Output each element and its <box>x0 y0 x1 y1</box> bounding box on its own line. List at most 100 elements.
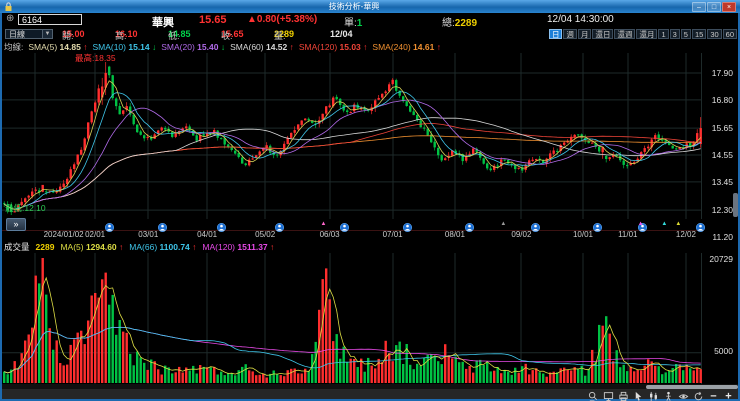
event-person-icon[interactable] <box>217 219 227 233</box>
ma-legend-item: SMA(5) 14.85 ↑ <box>28 42 88 52</box>
event-person-icon[interactable] <box>464 219 474 233</box>
event-person-icon[interactable] <box>275 219 285 233</box>
date-label: 04/01 <box>197 230 218 239</box>
period-button-3[interactable]: 3 <box>669 29 680 39</box>
chart-monitor-icon[interactable] <box>602 389 615 401</box>
single-volume: 單:1 <box>344 18 363 29</box>
ma-legend-item: SMA(10) 15.14 ↓ <box>92 42 157 52</box>
price-axis-label: 17.90 <box>711 68 733 78</box>
quote-bar: ⊕ 華興 15.65 ▲0.80(+5.38%) 單:1 總:2289 12/0… <box>2 13 738 29</box>
event-triangle-marker: ▲ <box>500 221 507 227</box>
period-button-月[interactable]: 月 <box>577 29 592 39</box>
eye-icon[interactable] <box>677 389 690 400</box>
kline-icon[interactable] <box>647 389 660 401</box>
volume-axis-max: 20729 <box>709 254 733 264</box>
ohlc-field: 低: 14.85 <box>168 29 191 41</box>
pointer-icon[interactable] <box>632 389 645 401</box>
app-window: 技術分析-華興 – □ × ⊕ 華興 15.65 ▲0.80(+5.38%) 單… <box>0 0 740 401</box>
symbol-input[interactable] <box>18 14 82 25</box>
period-button-1[interactable]: 1 <box>658 29 669 39</box>
axis-grip[interactable] <box>733 193 738 217</box>
refresh-icon[interactable] <box>692 389 705 401</box>
zoom-in-icon[interactable]: + <box>722 389 735 401</box>
close-button[interactable]: × <box>722 1 736 12</box>
ma-legend-item: SMA(120) 15.03 ↑ <box>298 42 368 52</box>
date-label: 07/01 <box>382 230 403 239</box>
svg-text:+: + <box>725 391 731 401</box>
period-button-週[interactable]: 週 <box>563 29 577 39</box>
event-person-icon[interactable] <box>402 219 412 233</box>
date-label: 03/01 <box>138 230 159 239</box>
printer-icon[interactable] <box>617 389 630 401</box>
event-triangle-marker: ▲ <box>675 221 682 227</box>
svg-text:最低:12.10: 最低:12.10 <box>5 203 46 213</box>
price-axis-label: 14.55 <box>711 150 733 160</box>
ohlc-field: 高: 16.10 <box>115 29 138 41</box>
event-person-icon[interactable] <box>531 219 541 233</box>
annotate-zoom-icon[interactable] <box>587 389 600 401</box>
volume-axis: 20729 5000 <box>702 253 738 384</box>
event-person-icon[interactable] <box>339 219 349 233</box>
ohlc-field: 12/04 <box>330 29 353 39</box>
volume-ma-item: MA(5) 1294.60 ↑ <box>60 242 124 252</box>
titlebar: 技術分析-華興 – □ × <box>0 0 740 13</box>
period-button-15[interactable]: 15 <box>691 29 707 39</box>
ma-legend-item: SMA(60) 14.52 ↑ <box>230 42 294 52</box>
total-volume: 總:2289 <box>442 18 478 29</box>
date-label: 10/01 <box>572 230 594 239</box>
period-select-value: 日線 <box>9 30 25 39</box>
bottom-toolbar: − + <box>2 384 738 401</box>
svg-text:−: − <box>710 391 716 401</box>
volume-ma-item: MA(120) 1511.37 ↑ <box>202 242 275 252</box>
event-person-icon[interactable] <box>105 219 115 233</box>
period-button-還月[interactable]: 還月 <box>636 29 658 39</box>
person-icon[interactable] <box>662 389 675 401</box>
price-chart[interactable]: 最高:18.35 最低:12.10 <box>2 53 702 238</box>
period-button-30[interactable]: 30 <box>707 29 722 39</box>
zoom-out-icon[interactable]: − <box>707 389 720 401</box>
minimize-button[interactable]: – <box>692 1 706 12</box>
ohlc-field: 收: 15.65 <box>221 29 244 41</box>
symbol-lookup-icon[interactable]: ⊕ <box>6 13 14 24</box>
price-axis-label: 13.45 <box>711 176 733 187</box>
price-change: ▲0.80(+5.38%) <box>247 14 318 25</box>
period-select[interactable]: 日線 ▼ <box>5 29 53 39</box>
period-button-60[interactable]: 60 <box>722 29 737 39</box>
toolbar-icons: − + <box>587 389 735 401</box>
expand-button[interactable]: » <box>6 218 26 231</box>
price-axis-label: 15.65 <box>711 123 733 134</box>
period-button-還日[interactable]: 還日 <box>592 29 614 39</box>
event-triangle-marker: ▲ <box>637 221 644 227</box>
maximize-button[interactable]: □ <box>707 1 721 12</box>
price-pane: 最高:18.35 最低:12.10 » ▲ ▲ ▲ ▲ ▲ 2024/01/02 02/01… <box>2 53 738 242</box>
volume-value: 2289 <box>35 242 55 252</box>
chart-toolbar: 日線 ▼ 開: 15.00 高: 16.10 低: 14.85 收: 15.65 量: 2289 1… <box>2 28 738 42</box>
date-label: 02/01 <box>85 230 106 239</box>
event-triangle-marker: ▲ <box>661 221 668 227</box>
period-buttons: 日週月還日 還週 還月 1 3 5 15 30 60 <box>548 29 737 39</box>
price-axis: 17.90 16.80 15.65 14.55 13.45 12.30 11.20 <box>702 53 738 242</box>
price-axis-label: 12.30 <box>711 205 733 216</box>
period-button-日[interactable]: 日 <box>548 29 563 39</box>
volume-ma-item: MA(66) 1100.74 ↑ <box>129 242 197 252</box>
date-axis: 2024/01/02 02/01 03/01 04/01 05/02 06/03 07/01… <box>2 230 702 241</box>
period-button-還週[interactable]: 還週 <box>614 29 636 39</box>
date-label: 12/02 <box>675 230 696 239</box>
date-label: 05/02 <box>255 230 276 239</box>
chevron-down-icon: ▼ <box>42 30 52 38</box>
volume-legend: 成交量 2289 MA(5) 1294.60 ↑ MA(66) 1100.74 ↑ MA… <box>2 241 738 253</box>
price-axis-label: 16.80 <box>711 94 733 105</box>
date-label: 09/02 <box>511 230 532 239</box>
event-triangle-marker: ▲ <box>320 221 327 227</box>
period-button-5[interactable]: 5 <box>680 29 691 39</box>
event-person-icon[interactable] <box>592 219 603 233</box>
event-person-icon[interactable] <box>158 219 168 233</box>
date-label: 2024/01/02 <box>43 230 84 239</box>
volume-pane: 20729 5000 <box>2 253 738 384</box>
ma-legend-item: SMA(240) 14.61 ↑ <box>372 42 441 52</box>
ma-legend-title: 均線: <box>4 42 24 52</box>
svg-text:最高:18.35: 最高:18.35 <box>75 53 116 63</box>
volume-chart[interactable] <box>2 253 702 384</box>
last-price: 15.65 <box>199 14 227 26</box>
window-title: 技術分析-華興 <box>328 2 380 11</box>
